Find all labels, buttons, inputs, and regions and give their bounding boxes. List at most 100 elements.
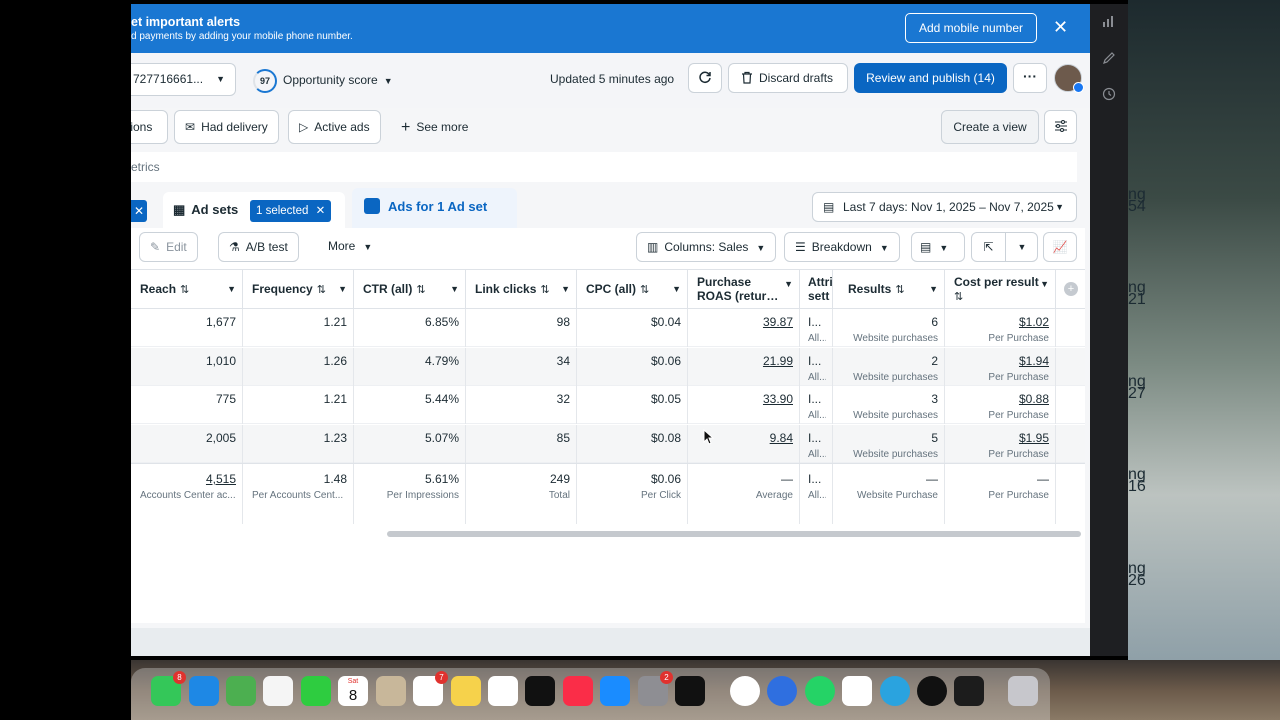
- column-header-link-clicks[interactable]: Link clicks ⇅ ▼: [466, 270, 577, 308]
- freeform-icon[interactable]: [488, 676, 518, 706]
- column-header-cost-per-result[interactable]: Cost per result ⇅ ▼: [945, 270, 1056, 308]
- chevron-down-icon[interactable]: ▼: [450, 270, 459, 308]
- sort-icon[interactable]: ⇅: [317, 284, 326, 296]
- reminders-icon[interactable]: 7: [413, 671, 448, 706]
- cell-value[interactable]: $0.88: [945, 392, 1049, 406]
- cell-value[interactable]: 39.87: [688, 315, 793, 329]
- close-icon[interactable]: ✕: [316, 205, 326, 217]
- maps-icon[interactable]: [226, 676, 256, 706]
- more-options-button[interactable]: ···: [1013, 63, 1047, 93]
- trash-icon[interactable]: [1008, 676, 1038, 706]
- mail-icon[interactable]: [189, 676, 219, 706]
- had-delivery-chip[interactable]: ✉ Had delivery: [174, 110, 279, 144]
- sort-icon[interactable]: ⇅: [180, 284, 189, 296]
- cell-value[interactable]: $1.02: [945, 315, 1049, 329]
- total-attribution: I... All...: [800, 464, 833, 524]
- chrome-icon[interactable]: [730, 676, 760, 706]
- chevron-down-icon[interactable]: ▼: [561, 270, 570, 308]
- header-label: Purchase: [697, 275, 752, 289]
- search-input[interactable]: etrics: [131, 152, 1077, 182]
- sort-icon[interactable]: ⇅: [416, 284, 425, 296]
- table-row[interactable]: 2,005 1.23 5.07% 85 $0.08 9.84 I... All... 5 Webs…: [131, 424, 1085, 463]
- chevron-down-icon[interactable]: ▼: [1006, 233, 1038, 261]
- sort-icon[interactable]: ⇅: [640, 284, 649, 296]
- filter-settings-button[interactable]: [1044, 110, 1077, 144]
- cell-value[interactable]: 21.99: [688, 354, 793, 368]
- chevron-down-icon[interactable]: ▼: [929, 270, 938, 308]
- reports-button[interactable]: ▤ ▼: [911, 232, 965, 262]
- clock-icon[interactable]: [1101, 87, 1117, 103]
- istat-icon[interactable]: [954, 676, 984, 706]
- table-row[interactable]: 1,010 1.26 4.79% 34 $0.06 21.99 I... All... 2 Web…: [131, 347, 1085, 386]
- chevron-down-icon[interactable]: ▼: [1040, 270, 1049, 303]
- sort-icon[interactable]: ⇅: [540, 284, 549, 296]
- cell-value[interactable]: $1.94: [945, 354, 1049, 368]
- music-icon[interactable]: [563, 676, 593, 706]
- more-button[interactable]: More ▼: [318, 232, 383, 262]
- create-view-button[interactable]: Create a view: [941, 110, 1039, 144]
- sort-icon[interactable]: ⇅: [954, 291, 963, 303]
- refresh-button[interactable]: [688, 63, 722, 93]
- chevron-down-icon[interactable]: ▼: [672, 270, 681, 308]
- tab-ad-sets[interactable]: ▦ Ad sets 1 selected ✕: [163, 192, 345, 228]
- see-more-button[interactable]: + See more: [401, 110, 468, 144]
- chevron-down-icon[interactable]: ▼: [227, 270, 236, 308]
- contacts-icon[interactable]: [376, 676, 406, 706]
- chevron-down-icon[interactable]: ▼: [784, 270, 793, 303]
- proxyman-icon[interactable]: [767, 676, 797, 706]
- account-selector[interactable]: 727716661... ▼: [131, 63, 236, 96]
- sort-icon[interactable]: ⇅: [895, 284, 904, 296]
- pencil-icon[interactable]: [1101, 51, 1117, 67]
- chevron-down-icon: ▼: [756, 243, 766, 253]
- apple-tv-icon[interactable]: [525, 676, 555, 706]
- column-header-roas[interactable]: Purchase ROAS (retur… ▼: [688, 270, 800, 308]
- add-column-icon[interactable]: +: [1064, 282, 1078, 296]
- whatsapp-icon[interactable]: [805, 676, 835, 706]
- add-mobile-number-button[interactable]: Add mobile number: [905, 13, 1037, 43]
- messages-icon[interactable]: 8: [151, 671, 186, 706]
- export-button[interactable]: ⇱ ▼: [971, 232, 1038, 262]
- table-row[interactable]: 775 1.21 5.44% 32 $0.05 33.90 I... All... 3 Websi…: [131, 386, 1085, 424]
- selected-badge[interactable]: 1 selected ✕: [250, 200, 332, 222]
- ab-test-button[interactable]: ⚗ A/B test: [218, 232, 299, 262]
- opportunity-score-button[interactable]: 97 Opportunity score ▼: [253, 67, 393, 93]
- cell-link-clicks: 85: [466, 424, 577, 463]
- cell-value[interactable]: 33.90: [688, 392, 793, 406]
- column-header-frequency[interactable]: Frequency ⇅ ▼: [243, 270, 354, 308]
- facetime-icon[interactable]: [301, 676, 331, 706]
- app-store-icon[interactable]: [600, 676, 630, 706]
- capcut-icon[interactable]: [675, 676, 705, 706]
- date-range-picker[interactable]: ▤ Last 7 days: Nov 1, 2025 – Nov 7, 2025…: [812, 192, 1077, 222]
- columns-button[interactable]: ▥ Columns: Sales ▼: [636, 232, 777, 262]
- chatgpt-icon[interactable]: [842, 676, 872, 706]
- avatar[interactable]: [1054, 64, 1084, 93]
- column-header-attribution[interactable]: Attri sett: [800, 270, 833, 308]
- breakdown-button[interactable]: ☰ Breakdown ▼: [784, 232, 900, 262]
- cell-value[interactable]: $1.95: [945, 431, 1049, 445]
- column-header-results[interactable]: Results ⇅ ▼: [833, 270, 945, 308]
- column-header-cpc[interactable]: CPC (all) ⇅ ▼: [577, 270, 688, 308]
- column-header-ctr[interactable]: CTR (all) ⇅ ▼: [354, 270, 466, 308]
- notes-icon[interactable]: [451, 676, 481, 706]
- close-icon[interactable]: ✕: [1053, 17, 1068, 37]
- active-ads-chip[interactable]: ▷ Active ads: [288, 110, 381, 144]
- charts-button[interactable]: 📈: [1043, 232, 1077, 262]
- calendar-icon[interactable]: Sat 8: [338, 676, 368, 706]
- system-settings-icon[interactable]: 2: [638, 671, 673, 706]
- telegram-icon[interactable]: [880, 676, 910, 706]
- review-publish-button[interactable]: Review and publish (14): [854, 63, 1007, 93]
- edit-button[interactable]: ✎ Edit: [139, 232, 198, 262]
- export-icon[interactable]: ⇱: [972, 233, 1006, 261]
- chevron-down-icon[interactable]: ▼: [338, 270, 347, 308]
- cell-roas: 39.87: [688, 309, 800, 347]
- spotify-icon[interactable]: [917, 676, 947, 706]
- photos-icon[interactable]: [263, 676, 293, 706]
- tab-ads[interactable]: Ads for 1 Ad set: [352, 188, 517, 228]
- bar-chart-icon[interactable]: [1101, 14, 1117, 30]
- clear-campaign-selection-icon[interactable]: ✕: [131, 200, 147, 222]
- discard-drafts-button[interactable]: Discard drafts: [728, 63, 848, 93]
- filter-chip-partial[interactable]: tions: [131, 110, 168, 144]
- horizontal-scrollbar[interactable]: [387, 531, 1081, 537]
- column-header-reach[interactable]: Reach ⇅ ▼: [131, 270, 243, 308]
- table-row[interactable]: 1,677 1.21 6.85% 98 $0.04 39.87 I... All... 6 Web…: [131, 309, 1085, 347]
